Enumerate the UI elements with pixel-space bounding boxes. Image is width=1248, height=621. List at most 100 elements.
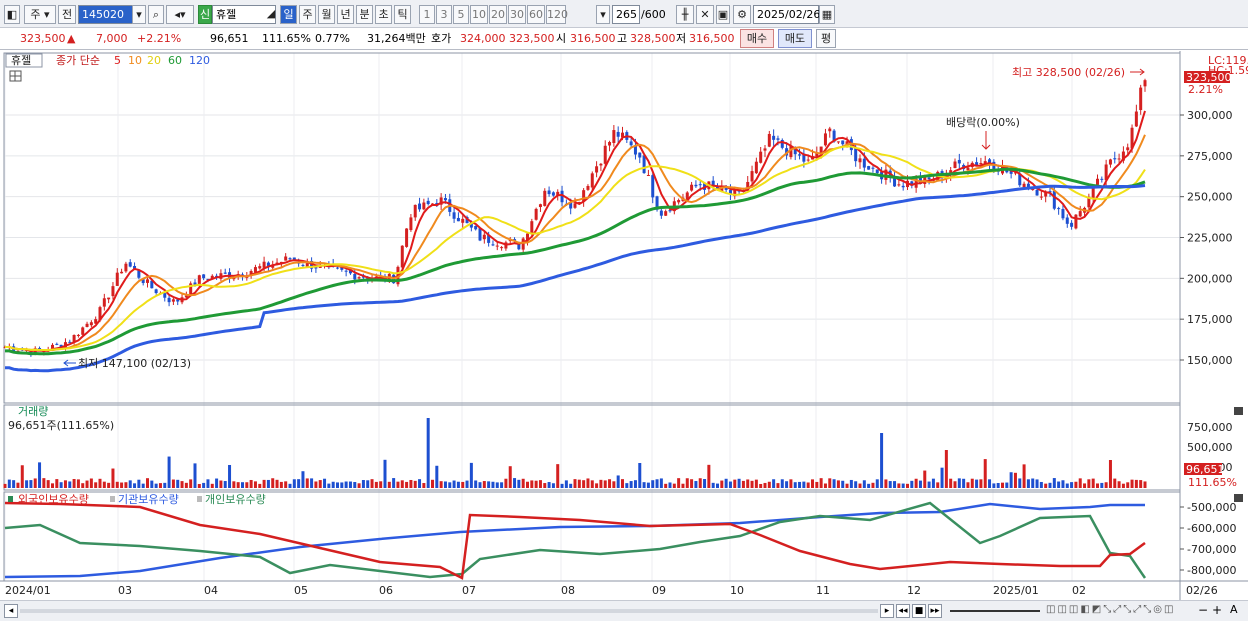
scroll-left-icon[interactable]: ◂ bbox=[4, 604, 18, 618]
chart-toolbar: ◧ 주 ▾ 전 145020 ▾ ⌕ ◂▾ 신 휴젤 ◢ ▾ 265 /600 … bbox=[0, 0, 1248, 28]
candle-body bbox=[677, 200, 681, 203]
candle-body bbox=[1126, 147, 1130, 151]
volume-bar bbox=[85, 480, 89, 488]
interval-3[interactable]: 3 bbox=[436, 5, 452, 24]
zoom-out-icon[interactable]: − bbox=[1198, 603, 1208, 617]
quote-bar: 323,500 ▲ 7,000 +2.21% 96,651 111.65% 0.… bbox=[0, 28, 1248, 50]
scroll-first-icon[interactable]: ◂◂ bbox=[896, 604, 910, 618]
market-label: 주 bbox=[30, 8, 41, 21]
interval-1[interactable]: 1 bbox=[419, 5, 435, 24]
interval-30[interactable]: 30 bbox=[508, 5, 526, 24]
period-5[interactable]: 초 bbox=[375, 5, 392, 24]
interval-5[interactable]: 5 bbox=[453, 5, 469, 24]
eval-button[interactable]: 평 bbox=[816, 29, 836, 48]
volume-bar bbox=[724, 478, 728, 488]
candle-icon[interactable]: ╫ bbox=[676, 5, 694, 24]
volume-bar bbox=[478, 482, 482, 488]
candle-body bbox=[638, 152, 642, 158]
volume-bar bbox=[716, 483, 719, 488]
volume-bar bbox=[910, 480, 914, 488]
period-6[interactable]: 틱 bbox=[394, 5, 411, 24]
candle-body bbox=[284, 256, 288, 261]
candle-body bbox=[171, 299, 175, 302]
count-input[interactable]: 265 bbox=[612, 5, 640, 24]
speaker-icon[interactable]: ◂▾ bbox=[166, 5, 194, 24]
drawing-tools-icon[interactable]: ◫◫◫◧◩⤡⤢⤡⤢⤡◎◫ bbox=[1046, 604, 1175, 615]
search-icon[interactable]: ⌕ bbox=[148, 5, 164, 24]
period-1[interactable]: 주 bbox=[299, 5, 316, 24]
volume-bar bbox=[154, 483, 158, 488]
volume-bar bbox=[405, 481, 409, 488]
volume-bar bbox=[1113, 478, 1117, 488]
interval-60[interactable]: 60 bbox=[527, 5, 545, 24]
volume-bar bbox=[577, 479, 581, 488]
foreign-legend: 외국인보유수량 bbox=[18, 493, 89, 506]
period-4[interactable]: 분 bbox=[356, 5, 373, 24]
volume-bar bbox=[491, 481, 495, 488]
candle-body bbox=[1108, 159, 1112, 165]
font-size-icon[interactable]: A bbox=[1230, 603, 1238, 616]
date-input[interactable]: 2025/02/26 bbox=[753, 5, 820, 24]
volume-bar bbox=[314, 481, 318, 488]
interval-120[interactable]: 120 bbox=[546, 5, 568, 24]
volume-bar bbox=[1022, 464, 1026, 488]
candle-body bbox=[763, 148, 767, 151]
candle-body bbox=[102, 298, 106, 307]
volume-bar bbox=[42, 478, 46, 488]
candle-body bbox=[482, 234, 486, 240]
volume-close-icon[interactable] bbox=[1234, 407, 1243, 415]
volume-bar bbox=[111, 468, 115, 488]
save-icon[interactable]: ▣ bbox=[716, 5, 730, 24]
interval-10[interactable]: 10 bbox=[470, 5, 488, 24]
count-total: /600 bbox=[641, 8, 666, 21]
scroll-track[interactable] bbox=[20, 609, 878, 613]
calendar-icon[interactable]: ▦ bbox=[819, 5, 835, 24]
crosshair-icon[interactable]: ✕ bbox=[696, 5, 714, 24]
volume-bar bbox=[759, 483, 763, 488]
volume-bar bbox=[452, 480, 456, 488]
volume-bar bbox=[556, 464, 560, 488]
zoom-in-icon[interactable]: + bbox=[1212, 603, 1222, 617]
volume-bar bbox=[353, 482, 357, 488]
volume-bar bbox=[543, 483, 547, 488]
candle-body bbox=[521, 238, 525, 250]
stop-icon[interactable]: ■ bbox=[912, 604, 926, 618]
volume-bar bbox=[76, 479, 80, 488]
candle-body bbox=[146, 279, 149, 283]
count-dropdown-icon[interactable]: ▾ bbox=[596, 5, 610, 24]
volume-bar bbox=[1031, 478, 1035, 488]
chart-scrollbar[interactable]: ◂ ▸ ◂◂ ■ ▸▸ ◫◫◫◧◩⤡⤢⤡⤢⤡◎◫ − + A bbox=[0, 600, 1248, 621]
chart-icon[interactable]: ◧ bbox=[4, 5, 20, 24]
zoom-slider[interactable] bbox=[950, 610, 1040, 612]
scroll-right-icon[interactable]: ▸ bbox=[880, 604, 894, 618]
candle-body bbox=[76, 334, 80, 336]
candle-body bbox=[1061, 209, 1065, 219]
period-2[interactable]: 월 bbox=[318, 5, 335, 24]
period-0[interactable]: 일 bbox=[280, 5, 297, 24]
market-select[interactable]: 주 ▾ bbox=[24, 5, 56, 24]
volume-bar bbox=[128, 480, 132, 488]
type-button[interactable]: 전 bbox=[58, 5, 76, 24]
candle-body bbox=[573, 203, 577, 208]
stock-chart[interactable]: 휴젤 종가 단순 5 10 20 60 120 LC:119.92 HC:1.5… bbox=[0, 51, 1248, 600]
volume-bar bbox=[832, 479, 836, 488]
candle-body bbox=[137, 270, 141, 278]
buy-button[interactable]: 매수 bbox=[740, 29, 774, 48]
volume-bar bbox=[206, 479, 210, 488]
candle-body bbox=[798, 154, 802, 156]
volume-bar bbox=[383, 459, 387, 488]
volume-bar bbox=[957, 478, 961, 488]
volume-bar bbox=[798, 481, 802, 488]
scroll-last-icon[interactable]: ▸▸ bbox=[928, 604, 942, 618]
volume-bar bbox=[1057, 481, 1061, 488]
code-dropdown-icon[interactable]: ▾ bbox=[132, 5, 146, 24]
volume-bar bbox=[828, 478, 832, 488]
gear-icon[interactable]: ⚙ bbox=[733, 5, 751, 24]
candle-body bbox=[418, 203, 422, 210]
volume-bar bbox=[33, 478, 37, 488]
volume-bar bbox=[789, 479, 793, 488]
interval-20[interactable]: 20 bbox=[489, 5, 507, 24]
candle-body bbox=[478, 228, 482, 241]
sell-button[interactable]: 매도 bbox=[778, 29, 812, 48]
period-3[interactable]: 년 bbox=[337, 5, 354, 24]
